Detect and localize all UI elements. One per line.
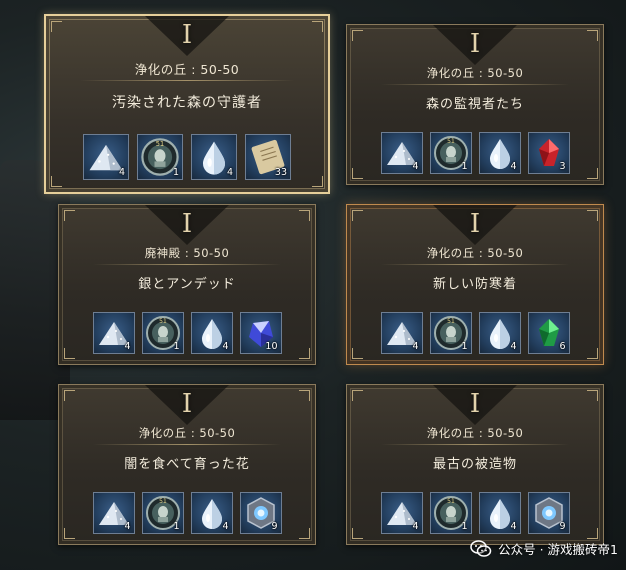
reward-count: 4 xyxy=(412,341,419,352)
tier-label: I xyxy=(469,389,481,419)
svg-text:51: 51 xyxy=(447,498,455,505)
reward-count: 4 xyxy=(222,521,229,532)
reward-count: 9 xyxy=(271,521,278,532)
reward-count: 10 xyxy=(265,341,278,352)
quest-title: 汚染された森の守護者 xyxy=(112,95,262,111)
quest-card-0[interactable]: I 浄化の丘 : 50-50 汚染された森の守護者 4 51 1 4 33 xyxy=(44,14,330,194)
reward-slot[interactable]: 51 1 xyxy=(141,492,184,534)
svg-text:51: 51 xyxy=(447,138,455,145)
quest-card-1[interactable]: I 浄化の丘 : 50-50 森の監視者たち 4 51 1 4 3 xyxy=(346,24,604,185)
reward-slot[interactable]: 4 xyxy=(478,492,521,534)
reward-count: 4 xyxy=(226,167,233,178)
divider xyxy=(381,84,569,85)
reward-count: 4 xyxy=(510,341,517,352)
reward-slot[interactable]: 33 xyxy=(245,134,291,180)
reward-count: 4 xyxy=(412,161,419,172)
divider xyxy=(381,444,569,445)
divider xyxy=(93,444,281,445)
reward-slot[interactable]: 9 xyxy=(239,492,282,534)
reward-count: 1 xyxy=(461,161,468,172)
reward-count: 1 xyxy=(173,341,180,352)
reward-count: 1 xyxy=(461,521,468,532)
reward-count: 1 xyxy=(461,341,468,352)
divider xyxy=(80,80,294,81)
reward-slot[interactable]: 4 xyxy=(190,312,233,354)
svg-text:51: 51 xyxy=(156,140,164,148)
reward-list: 4 51 1 4 9 xyxy=(59,492,315,534)
reward-slot[interactable]: 4 xyxy=(92,492,135,534)
reward-count: 1 xyxy=(173,521,180,532)
reward-list: 4 51 1 4 6 xyxy=(347,312,603,354)
reward-slot[interactable]: 4 xyxy=(191,134,237,180)
reward-slot[interactable]: 4 xyxy=(478,312,521,354)
tier-label: I xyxy=(181,389,193,419)
reward-slot[interactable]: 4 xyxy=(83,134,129,180)
tier-label: I xyxy=(181,20,193,50)
reward-list: 4 51 1 4 9 xyxy=(347,492,603,534)
divider xyxy=(93,264,281,265)
reward-count: 4 xyxy=(222,341,229,352)
region-label: 浄化の丘 : 50-50 xyxy=(134,62,240,77)
quest-card-4[interactable]: I 浄化の丘 : 50-50 闇を食べて育った花 4 51 1 4 9 xyxy=(58,384,316,545)
reward-slot[interactable]: 6 xyxy=(527,312,570,354)
reward-slot[interactable]: 4 xyxy=(92,312,135,354)
divider xyxy=(381,264,569,265)
reward-slot[interactable]: 51 1 xyxy=(429,312,472,354)
watermark-text: 公众号 · 游戏搬砖帝1 xyxy=(498,542,618,557)
reward-count: 4 xyxy=(118,167,125,178)
quest-title: 銀とアンデッド xyxy=(138,277,236,292)
reward-slot[interactable]: 4 xyxy=(380,312,423,354)
reward-slot[interactable]: 3 xyxy=(527,132,570,174)
reward-slot[interactable]: 4 xyxy=(380,132,423,174)
region-label: 浄化の丘 : 50-50 xyxy=(426,66,524,80)
reward-count: 9 xyxy=(559,521,566,532)
reward-slot[interactable]: 10 xyxy=(239,312,282,354)
watermark: 公众号 · 游戏搬砖帝1 xyxy=(470,539,618,558)
quest-title: 新しい防寒着 xyxy=(432,277,517,292)
reward-list: 4 51 1 4 33 xyxy=(46,134,328,180)
reward-slot[interactable]: 4 xyxy=(478,132,521,174)
reward-slot[interactable]: 51 1 xyxy=(429,492,472,534)
reward-slot[interactable]: 4 xyxy=(190,492,233,534)
reward-count: 4 xyxy=(124,521,131,532)
reward-slot[interactable]: 51 1 xyxy=(429,132,472,174)
region-label: 浄化の丘 : 50-50 xyxy=(426,246,524,260)
reward-slot[interactable]: 9 xyxy=(527,492,570,534)
region-label: 浄化の丘 : 50-50 xyxy=(138,426,236,440)
reward-count: 4 xyxy=(510,161,517,172)
tier-label: I xyxy=(469,29,481,59)
quest-title: 森の監視者たち xyxy=(425,97,524,112)
region-label: 廃神殿 : 50-50 xyxy=(144,246,230,260)
reward-count: 6 xyxy=(559,341,566,352)
reward-list: 4 51 1 4 10 xyxy=(59,312,315,354)
quest-title: 最古の被造物 xyxy=(432,457,517,472)
quest-card-2[interactable]: I 廃神殿 : 50-50 銀とアンデッド 4 51 1 4 10 xyxy=(58,204,316,365)
wechat-logo-icon xyxy=(470,539,492,558)
reward-count: 1 xyxy=(172,167,179,178)
svg-text:51: 51 xyxy=(447,318,455,325)
quest-title: 闇を食べて育った花 xyxy=(124,457,250,472)
quest-card-5[interactable]: I 浄化の丘 : 50-50 最古の被造物 4 51 1 4 9 xyxy=(346,384,604,545)
reward-count: 4 xyxy=(124,341,131,352)
tier-label: I xyxy=(469,209,481,239)
region-label: 浄化の丘 : 50-50 xyxy=(426,426,524,440)
reward-count: 3 xyxy=(559,161,566,172)
reward-slot[interactable]: 51 1 xyxy=(141,312,184,354)
reward-slot[interactable]: 51 1 xyxy=(137,134,183,180)
reward-slot[interactable]: 4 xyxy=(380,492,423,534)
reward-count: 4 xyxy=(412,521,419,532)
reward-count: 33 xyxy=(274,167,287,178)
svg-text:51: 51 xyxy=(159,498,167,505)
reward-list: 4 51 1 4 3 xyxy=(347,132,603,174)
tier-label: I xyxy=(181,209,193,239)
reward-count: 4 xyxy=(510,521,517,532)
svg-text:51: 51 xyxy=(159,318,167,325)
quest-card-3[interactable]: I 浄化の丘 : 50-50 新しい防寒着 4 51 1 4 6 xyxy=(346,204,604,365)
